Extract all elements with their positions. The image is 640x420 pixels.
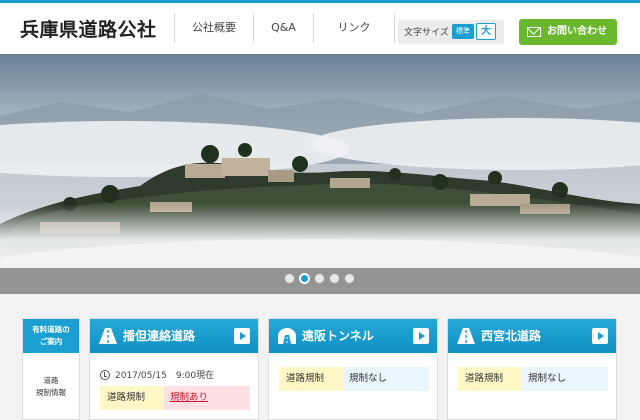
clock-icon [100,369,110,380]
font-size-switcher: 文字サイズ 標準 大 [398,20,504,44]
contact-button[interactable]: お問い合わせ [519,19,617,45]
nav-item-qa[interactable]: Q&A [253,13,313,43]
road-card-title: 西宮北道路 [481,329,542,343]
nav-item-about[interactable]: 公社概要 [174,13,253,43]
restriction-label: 道路規制 [279,367,343,391]
font-size-label: 文字サイズ [404,28,449,38]
guide-title-line2: ご案内 [39,337,63,346]
timestamp-text: 2017/05/15 9:00現在 [115,371,215,381]
road-card-toosaka: 遠阪トンネル 道路規制 規制なし [268,318,438,420]
site-logo[interactable]: 兵庫県道路公社 [20,15,157,42]
restriction-link-line2: 規制情報 [36,388,66,397]
slider-dot[interactable] [344,273,355,284]
site-header: 兵庫県道路公社 公社概要 Q&A リンク 文字サイズ 標準 大 お問い合わせ [0,0,640,54]
font-size-large-button[interactable]: 大 [476,23,496,40]
road-card-title: 播但連絡道路 [123,329,196,343]
restriction-status-link[interactable]: 規制あり [164,386,250,410]
road-icon [457,328,475,344]
update-timestamp: 2017/05/15 9:00現在 [100,368,214,381]
restriction-label: 道路規制 [458,367,522,391]
slider-dot[interactable] [299,273,310,284]
restriction-label: 道路規制 [100,386,164,410]
road-card-banshin: 播但連絡道路 2017/05/15 9:00現在 道路規制 規制あり [89,318,259,420]
tunnel-icon [278,328,296,344]
mail-icon [527,27,541,37]
toll-road-guide-title: 有料道路の ご案内 [23,319,79,353]
guide-title-line1: 有料道路の [32,325,70,334]
arrow-right-icon[interactable] [413,328,429,344]
road-card-title: 遠阪トンネル [302,329,374,343]
slider-dot[interactable] [314,273,325,284]
hero-slider [0,54,640,294]
slider-controls [0,268,640,294]
road-card-header[interactable]: 西宮北道路 [448,319,616,353]
road-card-header[interactable]: 播但連絡道路 [90,319,258,353]
road-card-header[interactable]: 遠阪トンネル [269,319,437,353]
contact-label: お問い合わせ [547,26,607,37]
toll-road-guide: 有料道路の ご案内 道路 規制情報 [22,318,80,420]
hero-image [0,54,640,294]
restriction-link-line1: 道路 [43,376,59,385]
font-size-standard-button[interactable]: 標準 [452,24,474,39]
slider-dot[interactable] [284,273,295,284]
global-nav: 公社概要 Q&A リンク [174,13,395,43]
slider-dots [284,273,355,284]
arrow-right-icon[interactable] [234,328,250,344]
restriction-status: 規制なし [343,367,429,391]
slider-dot[interactable] [329,273,340,284]
restriction-status: 規制なし [522,367,608,391]
arrow-right-icon[interactable] [592,328,608,344]
road-card-nishinomiya-kita: 西宮北道路 道路規制 規制なし [447,318,617,420]
road-restriction-link[interactable]: 道路 規制情報 [23,353,79,399]
road-icon [99,328,117,344]
nav-item-links[interactable]: リンク [313,13,395,43]
